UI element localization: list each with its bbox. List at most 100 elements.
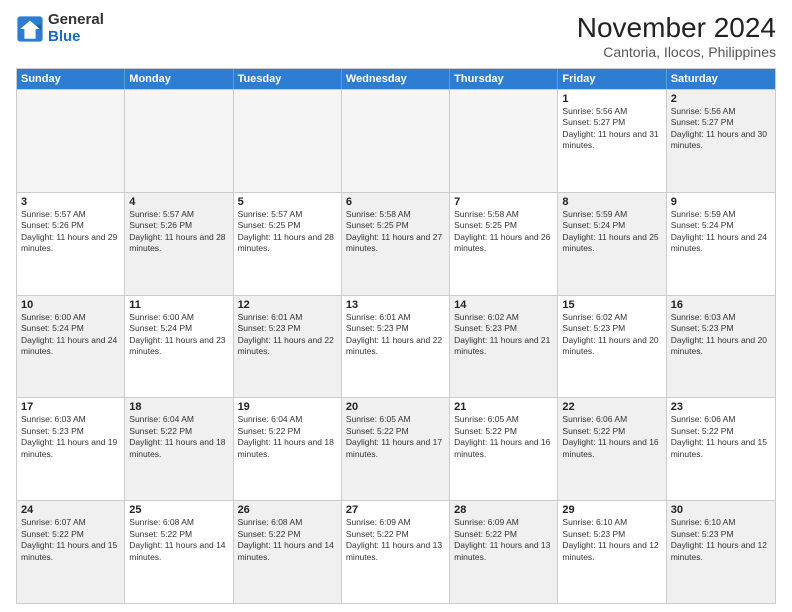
calendar-cell [342, 90, 450, 192]
logo: General Blue [16, 12, 104, 45]
day-info: Sunrise: 6:02 AMSunset: 5:23 PMDaylight:… [454, 312, 553, 358]
day-info: Sunrise: 6:03 AMSunset: 5:23 PMDaylight:… [671, 312, 771, 358]
day-number: 24 [21, 504, 120, 516]
day-number: 10 [21, 299, 120, 311]
day-info: Sunrise: 6:00 AMSunset: 5:24 PMDaylight:… [129, 312, 228, 358]
day-number: 29 [562, 504, 661, 516]
calendar-cell: 21Sunrise: 6:05 AMSunset: 5:22 PMDayligh… [450, 398, 558, 500]
day-info: Sunrise: 6:01 AMSunset: 5:23 PMDaylight:… [346, 312, 445, 358]
calendar-cell: 17Sunrise: 6:03 AMSunset: 5:23 PMDayligh… [17, 398, 125, 500]
calendar-body: 1Sunrise: 5:56 AMSunset: 5:27 PMDaylight… [17, 89, 775, 603]
day-number: 21 [454, 401, 553, 413]
calendar-cell: 28Sunrise: 6:09 AMSunset: 5:22 PMDayligh… [450, 501, 558, 603]
calendar-cell: 22Sunrise: 6:06 AMSunset: 5:22 PMDayligh… [558, 398, 666, 500]
day-info: Sunrise: 5:57 AMSunset: 5:26 PMDaylight:… [21, 209, 120, 255]
calendar-cell: 5Sunrise: 5:57 AMSunset: 5:25 PMDaylight… [234, 193, 342, 295]
calendar-cell: 1Sunrise: 5:56 AMSunset: 5:27 PMDaylight… [558, 90, 666, 192]
calendar-header: SundayMondayTuesdayWednesdayThursdayFrid… [17, 69, 775, 89]
day-number: 13 [346, 299, 445, 311]
day-number: 23 [671, 401, 771, 413]
calendar-cell: 30Sunrise: 6:10 AMSunset: 5:23 PMDayligh… [667, 501, 775, 603]
day-info: Sunrise: 6:09 AMSunset: 5:22 PMDaylight:… [346, 517, 445, 563]
calendar-cell: 10Sunrise: 6:00 AMSunset: 5:24 PMDayligh… [17, 296, 125, 398]
day-number: 11 [129, 299, 228, 311]
calendar-cell [125, 90, 233, 192]
calendar-cell: 3Sunrise: 5:57 AMSunset: 5:26 PMDaylight… [17, 193, 125, 295]
day-number: 19 [238, 401, 337, 413]
day-number: 1 [562, 93, 661, 105]
day-number: 4 [129, 196, 228, 208]
day-number: 22 [562, 401, 661, 413]
day-number: 15 [562, 299, 661, 311]
calendar-row: 1Sunrise: 5:56 AMSunset: 5:27 PMDaylight… [17, 89, 775, 192]
header: General Blue November 2024 Cantoria, Ilo… [16, 12, 776, 60]
day-info: Sunrise: 6:08 AMSunset: 5:22 PMDaylight:… [129, 517, 228, 563]
calendar-cell: 18Sunrise: 6:04 AMSunset: 5:22 PMDayligh… [125, 398, 233, 500]
weekday-header: Saturday [667, 69, 775, 89]
day-info: Sunrise: 5:56 AMSunset: 5:27 PMDaylight:… [562, 106, 661, 152]
day-info: Sunrise: 6:05 AMSunset: 5:22 PMDaylight:… [454, 414, 553, 460]
day-info: Sunrise: 6:09 AMSunset: 5:22 PMDaylight:… [454, 517, 553, 563]
day-number: 27 [346, 504, 445, 516]
calendar-cell: 2Sunrise: 5:56 AMSunset: 5:27 PMDaylight… [667, 90, 775, 192]
calendar-cell [450, 90, 558, 192]
day-number: 30 [671, 504, 771, 516]
calendar-cell: 16Sunrise: 6:03 AMSunset: 5:23 PMDayligh… [667, 296, 775, 398]
calendar-cell: 12Sunrise: 6:01 AMSunset: 5:23 PMDayligh… [234, 296, 342, 398]
logo-icon [16, 15, 44, 43]
day-number: 25 [129, 504, 228, 516]
calendar-cell: 23Sunrise: 6:06 AMSunset: 5:22 PMDayligh… [667, 398, 775, 500]
day-number: 2 [671, 93, 771, 105]
day-info: Sunrise: 6:04 AMSunset: 5:22 PMDaylight:… [129, 414, 228, 460]
day-info: Sunrise: 6:07 AMSunset: 5:22 PMDaylight:… [21, 517, 120, 563]
day-info: Sunrise: 5:58 AMSunset: 5:25 PMDaylight:… [454, 209, 553, 255]
calendar-row: 17Sunrise: 6:03 AMSunset: 5:23 PMDayligh… [17, 397, 775, 500]
day-info: Sunrise: 6:06 AMSunset: 5:22 PMDaylight:… [671, 414, 771, 460]
page: General Blue November 2024 Cantoria, Ilo… [0, 0, 792, 612]
day-info: Sunrise: 5:57 AMSunset: 5:25 PMDaylight:… [238, 209, 337, 255]
day-number: 16 [671, 299, 771, 311]
calendar-cell: 27Sunrise: 6:09 AMSunset: 5:22 PMDayligh… [342, 501, 450, 603]
calendar-row: 3Sunrise: 5:57 AMSunset: 5:26 PMDaylight… [17, 192, 775, 295]
day-info: Sunrise: 6:00 AMSunset: 5:24 PMDaylight:… [21, 312, 120, 358]
calendar-cell: 6Sunrise: 5:58 AMSunset: 5:25 PMDaylight… [342, 193, 450, 295]
weekday-header: Sunday [17, 69, 125, 89]
calendar-row: 24Sunrise: 6:07 AMSunset: 5:22 PMDayligh… [17, 500, 775, 603]
day-info: Sunrise: 6:05 AMSunset: 5:22 PMDaylight:… [346, 414, 445, 460]
day-info: Sunrise: 5:58 AMSunset: 5:25 PMDaylight:… [346, 209, 445, 255]
calendar-cell: 15Sunrise: 6:02 AMSunset: 5:23 PMDayligh… [558, 296, 666, 398]
weekday-header: Tuesday [234, 69, 342, 89]
day-info: Sunrise: 6:08 AMSunset: 5:22 PMDaylight:… [238, 517, 337, 563]
day-number: 20 [346, 401, 445, 413]
day-number: 18 [129, 401, 228, 413]
day-info: Sunrise: 6:03 AMSunset: 5:23 PMDaylight:… [21, 414, 120, 460]
day-number: 5 [238, 196, 337, 208]
title-block: November 2024 Cantoria, Ilocos, Philippi… [577, 12, 776, 60]
calendar: SundayMondayTuesdayWednesdayThursdayFrid… [16, 68, 776, 604]
location: Cantoria, Ilocos, Philippines [577, 44, 776, 60]
calendar-cell: 25Sunrise: 6:08 AMSunset: 5:22 PMDayligh… [125, 501, 233, 603]
day-info: Sunrise: 6:06 AMSunset: 5:22 PMDaylight:… [562, 414, 661, 460]
calendar-cell: 13Sunrise: 6:01 AMSunset: 5:23 PMDayligh… [342, 296, 450, 398]
day-info: Sunrise: 6:10 AMSunset: 5:23 PMDaylight:… [562, 517, 661, 563]
day-number: 26 [238, 504, 337, 516]
logo-general: General [48, 12, 104, 29]
calendar-cell: 24Sunrise: 6:07 AMSunset: 5:22 PMDayligh… [17, 501, 125, 603]
calendar-row: 10Sunrise: 6:00 AMSunset: 5:24 PMDayligh… [17, 295, 775, 398]
calendar-cell: 11Sunrise: 6:00 AMSunset: 5:24 PMDayligh… [125, 296, 233, 398]
day-number: 6 [346, 196, 445, 208]
calendar-cell [234, 90, 342, 192]
day-info: Sunrise: 6:10 AMSunset: 5:23 PMDaylight:… [671, 517, 771, 563]
day-info: Sunrise: 5:57 AMSunset: 5:26 PMDaylight:… [129, 209, 228, 255]
day-number: 3 [21, 196, 120, 208]
calendar-cell: 9Sunrise: 5:59 AMSunset: 5:24 PMDaylight… [667, 193, 775, 295]
day-number: 14 [454, 299, 553, 311]
day-number: 9 [671, 196, 771, 208]
day-info: Sunrise: 5:56 AMSunset: 5:27 PMDaylight:… [671, 106, 771, 152]
calendar-cell: 14Sunrise: 6:02 AMSunset: 5:23 PMDayligh… [450, 296, 558, 398]
calendar-cell: 26Sunrise: 6:08 AMSunset: 5:22 PMDayligh… [234, 501, 342, 603]
weekday-header: Thursday [450, 69, 558, 89]
calendar-cell: 20Sunrise: 6:05 AMSunset: 5:22 PMDayligh… [342, 398, 450, 500]
calendar-cell: 19Sunrise: 6:04 AMSunset: 5:22 PMDayligh… [234, 398, 342, 500]
weekday-header: Monday [125, 69, 233, 89]
